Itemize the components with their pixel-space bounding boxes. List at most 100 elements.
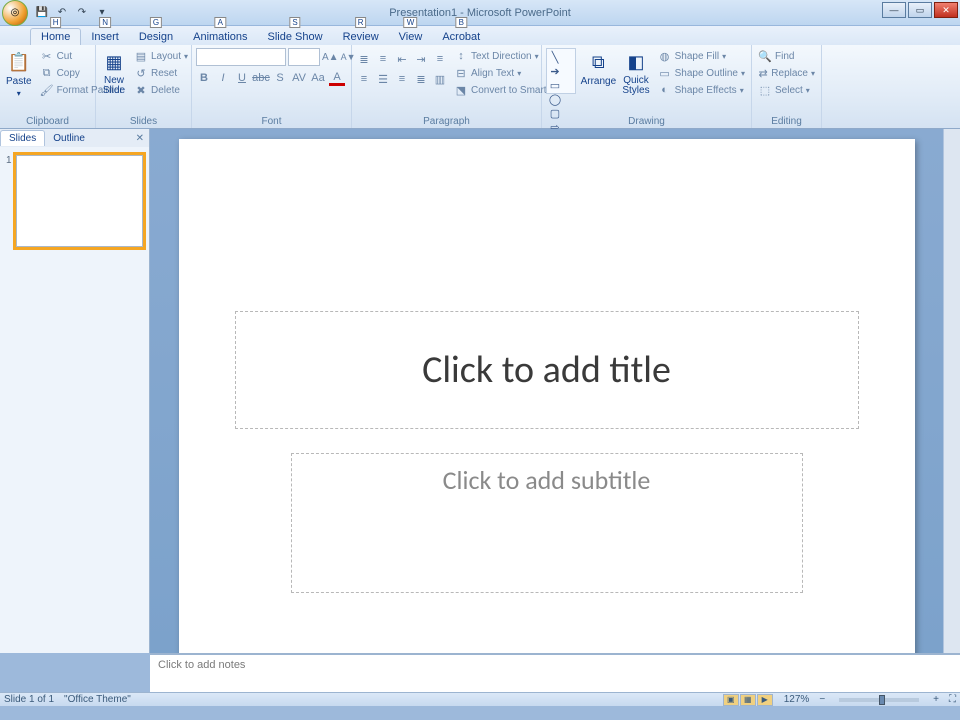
shape-fill-button[interactable]: ◍Shape Fill▾ xyxy=(656,48,747,64)
notes-pane[interactable]: Click to add notes xyxy=(150,653,960,692)
bullets-button[interactable]: ≣ xyxy=(356,51,372,67)
sorter-view-button[interactable]: ▦ xyxy=(740,694,756,706)
strike-button[interactable]: abc xyxy=(253,70,269,86)
panel-tab-outline[interactable]: Outline xyxy=(45,131,93,146)
subtitle-placeholder[interactable]: Click to add subtitle xyxy=(291,453,803,593)
justify-button[interactable]: ≣ xyxy=(413,71,429,87)
replace-button[interactable]: ⇄Replace▾ xyxy=(756,65,817,81)
group-label: Drawing xyxy=(546,114,747,127)
zoom-level[interactable]: 127% xyxy=(784,694,810,705)
notes-placeholder: Click to add notes xyxy=(158,659,245,671)
title-placeholder[interactable]: Click to add title xyxy=(235,311,859,429)
text-direction-icon: ↕ xyxy=(454,49,468,63)
group-paragraph: ≣ ≡ ⇤ ⇥ ≡ ≡ ☰ ≡ ≣ ▥ ↕Text Direction▾ ⊟Al… xyxy=(352,45,542,128)
layout-button[interactable]: ▤Layout▾ xyxy=(132,48,190,64)
italic-button[interactable]: I xyxy=(215,70,231,86)
tab-slideshow[interactable]: SSlide Show xyxy=(258,29,333,45)
group-drawing: ╲ ➔ ▭ ◯ ▢ ⇨ ∠ { } ☆ ⧉Arrange ◧Quick Styl… xyxy=(542,45,752,128)
select-button[interactable]: ⬚Select▾ xyxy=(756,82,817,98)
font-size-combo[interactable] xyxy=(288,48,320,66)
shapes-gallery[interactable]: ╲ ➔ ▭ ◯ ▢ ⇨ ∠ { } ☆ xyxy=(546,48,576,94)
paste-button[interactable]: 📋 Paste ▾ xyxy=(4,48,34,100)
status-theme: "Office Theme" xyxy=(64,694,131,705)
window-controls: — ▭ ✕ xyxy=(880,2,958,18)
thumbnail-list[interactable]: 1 xyxy=(0,147,149,653)
shadow-button[interactable]: S xyxy=(272,70,288,86)
replace-icon: ⇄ xyxy=(758,66,768,80)
tab-insert[interactable]: NInsert xyxy=(81,29,129,45)
tab-home[interactable]: HHome xyxy=(30,28,81,45)
tab-design[interactable]: GDesign xyxy=(129,29,183,45)
line-spacing-button[interactable]: ≡ xyxy=(432,51,448,67)
save-icon[interactable]: 💾 xyxy=(34,5,50,21)
thumb-preview[interactable] xyxy=(16,155,143,247)
status-slide-info: Slide 1 of 1 xyxy=(4,694,54,705)
font-color-button[interactable]: A xyxy=(329,70,345,86)
underline-button[interactable]: U xyxy=(234,70,250,86)
tab-animations[interactable]: AAnimations xyxy=(183,29,257,45)
chevron-down-icon: ▾ xyxy=(184,52,188,61)
zoom-out-button[interactable]: − xyxy=(819,694,825,705)
fit-window-button[interactable]: ⛶ xyxy=(949,694,956,705)
find-button[interactable]: 🔍Find xyxy=(756,48,817,64)
tab-acrobat[interactable]: BAcrobat xyxy=(432,29,490,45)
decrease-indent-button[interactable]: ⇤ xyxy=(394,51,410,67)
maximize-button[interactable]: ▭ xyxy=(908,2,932,18)
align-text-icon: ⊟ xyxy=(454,66,468,80)
slides-panel: Slides Outline ✕ 1 xyxy=(0,129,150,653)
new-slide-button[interactable]: ▦ New Slide xyxy=(100,48,128,98)
panel-tabs: Slides Outline ✕ xyxy=(0,129,149,147)
slide-thumbnail[interactable]: 1 xyxy=(6,155,143,247)
group-label: Font xyxy=(196,114,347,127)
fill-icon: ◍ xyxy=(658,49,672,63)
quick-styles-button[interactable]: ◧Quick Styles xyxy=(620,48,651,98)
redo-icon[interactable]: ↷ xyxy=(74,5,90,21)
effects-icon: ◐ xyxy=(658,83,672,97)
quick-styles-icon: ◧ xyxy=(624,50,648,74)
brush-icon: 🖌 xyxy=(40,83,54,97)
status-bar: Slide 1 of 1 "Office Theme" ▣ ▦ ▶ 127% −… xyxy=(0,692,960,706)
tab-view[interactable]: WView xyxy=(389,29,433,45)
align-left-button[interactable]: ≡ xyxy=(356,71,372,87)
ribbon-tabs: HHome NInsert GDesign AAnimations SSlide… xyxy=(0,26,960,45)
smartart-icon: ⬔ xyxy=(454,83,468,97)
align-right-button[interactable]: ≡ xyxy=(394,71,410,87)
thumb-number: 1 xyxy=(6,155,12,247)
delete-button[interactable]: ✖Delete xyxy=(132,82,190,98)
slide[interactable]: Click to add title Click to add subtitle xyxy=(179,139,915,653)
group-font: A▲ A▼ B I U abc S AV Aa A Font xyxy=(192,45,352,128)
copy-icon: ⧉ xyxy=(40,66,54,80)
ribbon: 📋 Paste ▾ ✂Cut ⧉Copy 🖌Format Painter Cli… xyxy=(0,45,960,129)
find-icon: 🔍 xyxy=(758,49,772,63)
zoom-slider[interactable] xyxy=(839,698,919,702)
slideshow-view-button[interactable]: ▶ xyxy=(757,694,773,706)
bold-button[interactable]: B xyxy=(196,70,212,86)
slide-canvas-area[interactable]: Click to add title Click to add subtitle xyxy=(150,129,943,653)
numbering-button[interactable]: ≡ xyxy=(375,51,391,67)
group-label: Clipboard xyxy=(4,114,91,127)
minimize-button[interactable]: — xyxy=(882,2,906,18)
zoom-in-button[interactable]: + xyxy=(933,694,939,705)
close-button[interactable]: ✕ xyxy=(934,2,958,18)
increase-indent-button[interactable]: ⇥ xyxy=(413,51,429,67)
char-spacing-button[interactable]: AV xyxy=(291,70,307,86)
normal-view-button[interactable]: ▣ xyxy=(723,694,739,706)
office-button[interactable]: ◎ xyxy=(2,0,28,26)
shape-outline-button[interactable]: ▭Shape Outline▾ xyxy=(656,65,747,81)
grow-font-icon[interactable]: A▲ xyxy=(322,52,339,63)
panel-tab-slides[interactable]: Slides xyxy=(0,130,45,146)
group-label: Editing xyxy=(756,114,817,127)
columns-button[interactable]: ▥ xyxy=(432,71,448,87)
change-case-button[interactable]: Aa xyxy=(310,70,326,86)
align-center-button[interactable]: ☰ xyxy=(375,71,391,87)
panel-close-button[interactable]: ✕ xyxy=(131,133,149,144)
outline-icon: ▭ xyxy=(658,66,672,80)
reset-button[interactable]: ↺Reset xyxy=(132,65,190,81)
font-name-combo[interactable] xyxy=(196,48,286,66)
shape-effects-button[interactable]: ◐Shape Effects▾ xyxy=(656,82,747,98)
vertical-scrollbar[interactable] xyxy=(943,129,960,653)
arrange-button[interactable]: ⧉Arrange xyxy=(580,48,616,89)
group-label: Paragraph xyxy=(356,114,537,127)
tab-review[interactable]: RReview xyxy=(333,29,389,45)
title-bar: ◎ 💾 ↶ ↷ ▾ Presentation1 - Microsoft Powe… xyxy=(0,0,960,26)
